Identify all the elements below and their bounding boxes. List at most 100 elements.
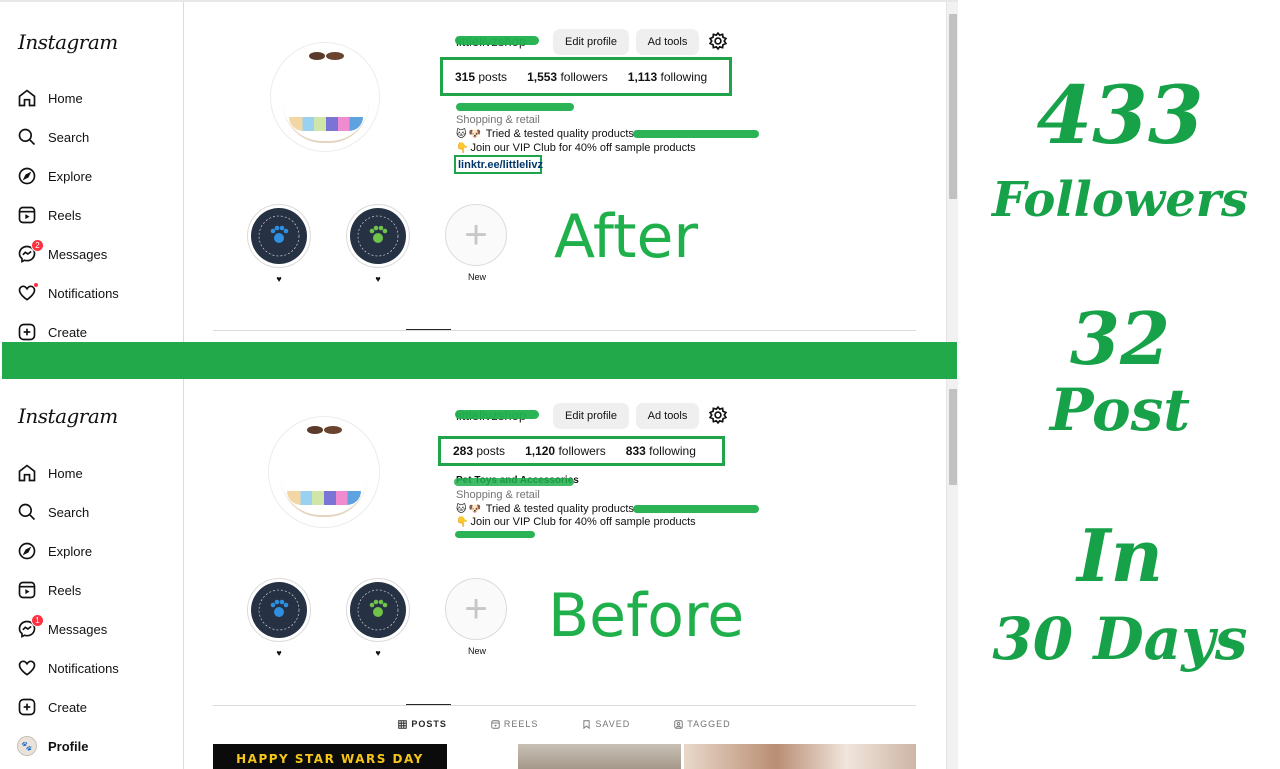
reels-icon	[491, 719, 500, 729]
username-redaction	[455, 410, 539, 419]
profile-picture[interactable]	[270, 42, 380, 152]
scrollbar-thumb[interactable]	[949, 389, 957, 485]
scrollbar-thumb[interactable]	[949, 14, 957, 199]
nav-messages[interactable]: 1 Messages	[16, 614, 108, 641]
notification-dot	[33, 282, 39, 288]
nav-home[interactable]: Home	[16, 461, 83, 485]
edit-profile-button[interactable]: Edit profile	[553, 29, 629, 55]
pointing-emoji-icon: 👇	[456, 143, 469, 154]
nav-create[interactable]: Create	[16, 695, 87, 719]
instagram-logo[interactable]: Instagram	[18, 30, 118, 54]
tab-reels[interactable]: REELS	[491, 719, 539, 729]
post-thumbnail[interactable]	[518, 744, 681, 769]
followers-stat[interactable]: 1,120 followers	[525, 444, 606, 458]
profile-pic-stripes	[289, 117, 363, 131]
nav-home-label: Home	[48, 90, 83, 106]
nav-messages[interactable]: 2 Messages	[16, 239, 108, 266]
highlight-cover	[251, 208, 307, 264]
settings-gear-icon[interactable]	[708, 405, 728, 425]
highlight-new[interactable]: + New	[445, 578, 509, 656]
following-label: following	[649, 444, 696, 458]
bookmark-icon	[583, 719, 590, 729]
bio-line-1-text: Tried & tested quality products	[485, 503, 634, 515]
post-grid: HAPPY STAR WARS DAY	[213, 744, 916, 769]
nav-notifications[interactable]: Notifications	[16, 281, 119, 305]
paw-badge-green-icon	[357, 589, 399, 631]
nav-search[interactable]: Search	[16, 500, 89, 524]
following-stat[interactable]: 833 following	[626, 444, 696, 458]
home-icon	[16, 462, 38, 484]
messenger-icon: 2	[16, 239, 44, 265]
nav-profile[interactable]: 🐾 Profile	[16, 734, 88, 758]
following-label: following	[660, 69, 708, 84]
heart-icon	[16, 657, 38, 679]
posts-stat[interactable]: 315 posts	[455, 70, 507, 84]
bio-line-2: 👇 Join our VIP Club for 40% off sample pr…	[456, 142, 696, 154]
messages-badge: 2	[31, 239, 44, 252]
highlight-behind-the-scenes[interactable]: ♥	[247, 578, 311, 658]
nav-messages-label: Messages	[48, 246, 108, 262]
nav-reels[interactable]: Reels	[16, 578, 81, 602]
highlight-payment-methods[interactable]: ♥	[346, 204, 410, 284]
profile-pic-graphic	[307, 426, 342, 434]
nav-profile-label: Profile	[48, 738, 89, 754]
highlight-payment-methods[interactable]: ♥	[346, 578, 410, 658]
nav-explore-label: Explore	[48, 168, 93, 184]
tab-posts-label: POSTS	[411, 719, 447, 729]
nav-explore[interactable]: Explore	[16, 539, 92, 563]
instagram-logo[interactable]: Instagram	[18, 404, 118, 428]
growth-summary: 433 Followers 32 Post In 30 Days	[960, 0, 1280, 769]
tab-tagged[interactable]: TAGGED	[674, 719, 730, 729]
highlight-label: ♥	[276, 648, 282, 658]
following-stat[interactable]: 1,113 following	[628, 70, 707, 84]
profile-tabs: POSTS REELS SAVED TAGGED	[213, 719, 916, 729]
posts-stat[interactable]: 283 posts	[453, 444, 505, 458]
post-thumbnail[interactable]	[684, 744, 916, 769]
heart-icon	[16, 282, 39, 304]
posts-label: posts	[478, 69, 508, 84]
scrollbar[interactable]	[946, 379, 958, 769]
nav-home[interactable]: Home	[16, 86, 83, 110]
posts-count: 283	[453, 444, 474, 458]
nav-home-label: Home	[48, 465, 83, 481]
bio-line-1-text: Tried & tested quality products	[485, 128, 634, 140]
followers-gain-label: Followers	[991, 172, 1249, 228]
nav-create[interactable]: Create	[16, 320, 87, 342]
followers-count: 1,120	[525, 444, 556, 458]
sidebar: Instagram Home Search Explore Reels	[0, 379, 184, 769]
nav-search[interactable]: Search	[16, 125, 89, 149]
paw-badge-blue-icon	[258, 215, 300, 257]
nav-reels[interactable]: Reels	[16, 203, 81, 227]
profile-picture[interactable]	[268, 416, 380, 528]
ad-tools-button[interactable]: Ad tools	[636, 403, 699, 429]
highlight-behind-the-scenes[interactable]: ♥	[247, 204, 311, 284]
highlight-label: ♥	[375, 648, 381, 658]
scrollbar[interactable]	[946, 2, 958, 342]
settings-gear-icon[interactable]	[708, 31, 728, 51]
bio-link-redaction[interactable]	[455, 531, 535, 538]
highlight-cover	[350, 208, 406, 264]
reels-icon	[16, 579, 38, 601]
tab-posts[interactable]: POSTS	[398, 719, 447, 729]
post-thumbnail[interactable]: HAPPY STAR WARS DAY	[213, 744, 447, 769]
following-count: 833	[625, 444, 646, 458]
highlight-new[interactable]: + New	[445, 204, 509, 282]
bio-link[interactable]: linktr.ee/littlelivz	[454, 155, 543, 174]
posts-gain-label: Post	[1049, 376, 1191, 444]
nav-notifications[interactable]: Notifications	[16, 656, 119, 680]
followers-stat[interactable]: 1,553 followers	[527, 70, 608, 84]
followers-count: 1,553	[527, 69, 558, 84]
cat-emoji-icon: 🐱	[456, 504, 467, 515]
nav-reels-label: Reels	[48, 582, 82, 598]
bio-location-redaction	[633, 505, 759, 513]
edit-profile-button[interactable]: Edit profile	[553, 403, 629, 429]
nav-messages-label: Messages	[48, 621, 108, 637]
bio-line-2-text: Join our VIP Club for 40% off sample pro…	[470, 516, 696, 528]
followers-gain-number: 433	[1036, 68, 1204, 162]
ad-tools-button[interactable]: Ad tools	[636, 29, 699, 55]
profile-pic-graphic	[309, 52, 344, 60]
nav-explore[interactable]: Explore	[16, 164, 92, 188]
dog-emoji-icon: 🐶	[468, 129, 481, 140]
nav-create-label: Create	[48, 699, 88, 715]
tab-saved[interactable]: SAVED	[582, 719, 630, 729]
